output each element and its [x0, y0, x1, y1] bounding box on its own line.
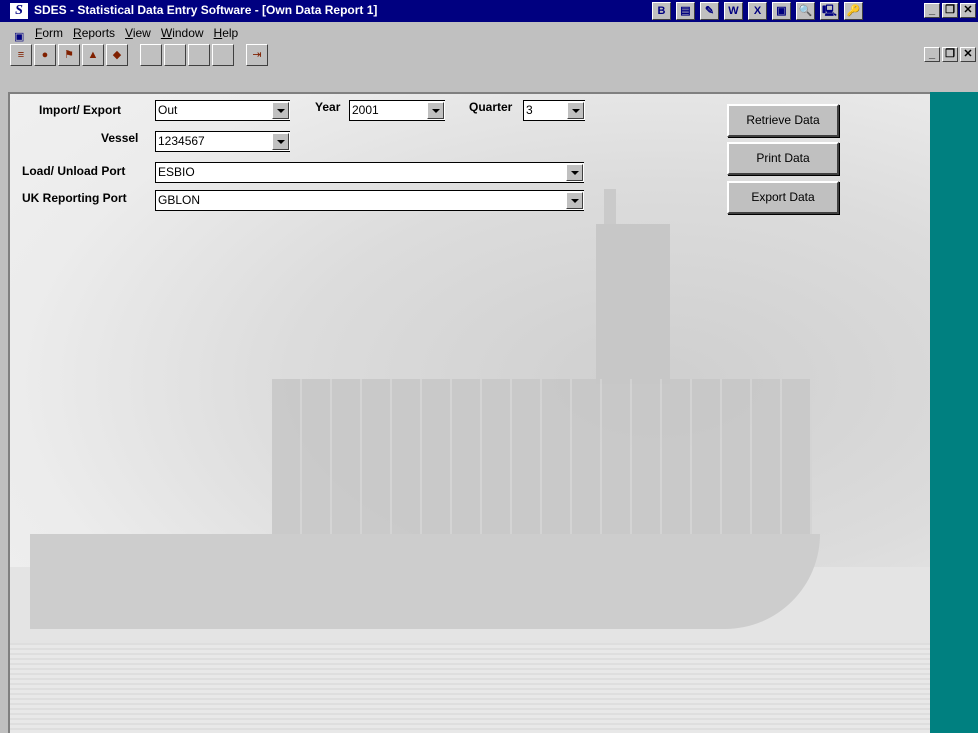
export-data-button[interactable]: Export Data: [727, 181, 839, 214]
word-icon[interactable]: W: [724, 2, 743, 20]
import-export-value: Out: [158, 103, 178, 117]
side-panel: [930, 92, 978, 733]
import-export-label: Import/ Export: [39, 103, 122, 117]
chevron-down-icon[interactable]: [272, 102, 289, 119]
window-title: SDES - Statistical Data Entry Software -…: [34, 3, 378, 17]
background-ship-bridge: [596, 224, 670, 384]
title-bar: S SDES - Statistical Data Entry Software…: [0, 0, 978, 22]
menu-help[interactable]: Help: [209, 26, 244, 40]
window-controls: _ ❐ ✕: [924, 3, 976, 18]
uk-reporting-port-label: UK Reporting Port: [22, 191, 127, 205]
uk-reporting-port-combo[interactable]: GBLON: [155, 190, 584, 211]
load-unload-port-value: ESBIO: [158, 165, 195, 179]
exit-icon[interactable]: ⇥: [246, 44, 268, 66]
load-unload-port-combo[interactable]: ESBIO: [155, 162, 584, 183]
app-icon[interactable]: S: [10, 3, 28, 19]
import-export-combo[interactable]: Out: [155, 100, 290, 121]
maximize-button[interactable]: ❐: [942, 3, 958, 18]
menu-form[interactable]: Form: [30, 26, 68, 40]
chevron-down-icon[interactable]: [566, 192, 583, 209]
quarter-combo[interactable]: 3: [523, 100, 585, 121]
vessel-combo[interactable]: 1234567: [155, 131, 290, 152]
vessel-label: Vessel: [101, 131, 139, 145]
computer-icon[interactable]: 🖳: [820, 2, 839, 20]
chevron-down-icon[interactable]: [567, 102, 584, 119]
tool-ship-icon[interactable]: ▲: [82, 44, 104, 66]
chevron-down-icon[interactable]: [427, 102, 444, 119]
tool-disabled-1-icon: [140, 44, 162, 66]
menu-window[interactable]: Window: [156, 26, 209, 40]
year-value: 2001: [352, 103, 379, 117]
tool-disabled-4-icon: [212, 44, 234, 66]
edit-icon[interactable]: ✎: [700, 2, 719, 20]
chevron-down-icon[interactable]: [566, 164, 583, 181]
chevron-down-icon[interactable]: [272, 133, 289, 150]
vessel-value: 1234567: [158, 134, 205, 148]
tool-disabled-2-icon: [164, 44, 186, 66]
background-water: [10, 643, 938, 733]
menu-view[interactable]: View: [120, 26, 156, 40]
tool-box-icon[interactable]: ●: [34, 44, 56, 66]
tool-list-icon[interactable]: ≡: [10, 44, 32, 66]
document-icon[interactable]: ▤: [676, 2, 695, 20]
year-combo[interactable]: 2001: [349, 100, 445, 121]
child-maximize-button[interactable]: ❐: [942, 47, 958, 62]
module-icon[interactable]: B: [652, 2, 671, 20]
form-icon[interactable]: ▣: [772, 2, 791, 20]
tool-disabled-3-icon: [188, 44, 210, 66]
close-button[interactable]: ✕: [960, 3, 976, 18]
child-minimize-button[interactable]: _: [924, 47, 940, 62]
tool-cargo-icon[interactable]: ◆: [106, 44, 128, 66]
excel-icon[interactable]: X: [748, 2, 767, 20]
key-icon[interactable]: 🔑: [844, 2, 863, 20]
background-container-stack: [272, 379, 812, 539]
mdi-document-icon[interactable]: ▣: [14, 30, 24, 43]
quarter-label: Quarter: [469, 100, 513, 114]
tool-flag-icon[interactable]: ⚑: [58, 44, 80, 66]
quarter-value: 3: [526, 103, 533, 117]
child-close-button[interactable]: ✕: [960, 47, 976, 62]
print-data-button[interactable]: Print Data: [727, 142, 839, 175]
taskbar-icons: B ▤ ✎ W X ▣ 🔍 🖳 🔑: [652, 2, 863, 20]
uk-reporting-port-value: GBLON: [158, 193, 201, 207]
load-unload-port-label: Load/ Unload Port: [22, 164, 126, 178]
retrieve-data-button[interactable]: Retrieve Data: [727, 104, 839, 137]
menu-items: Form Reports View Window Help: [30, 26, 243, 40]
year-label: Year: [315, 100, 341, 114]
menu-reports[interactable]: Reports: [68, 26, 120, 40]
search-icon[interactable]: 🔍: [796, 2, 815, 20]
toolbar: ≡ ● ⚑ ▲ ◆ ⇥: [10, 44, 268, 66]
minimize-button[interactable]: _: [924, 3, 940, 18]
child-window-controls: _ ❐ ✕: [924, 47, 976, 62]
background-ship-hull: [30, 534, 820, 629]
